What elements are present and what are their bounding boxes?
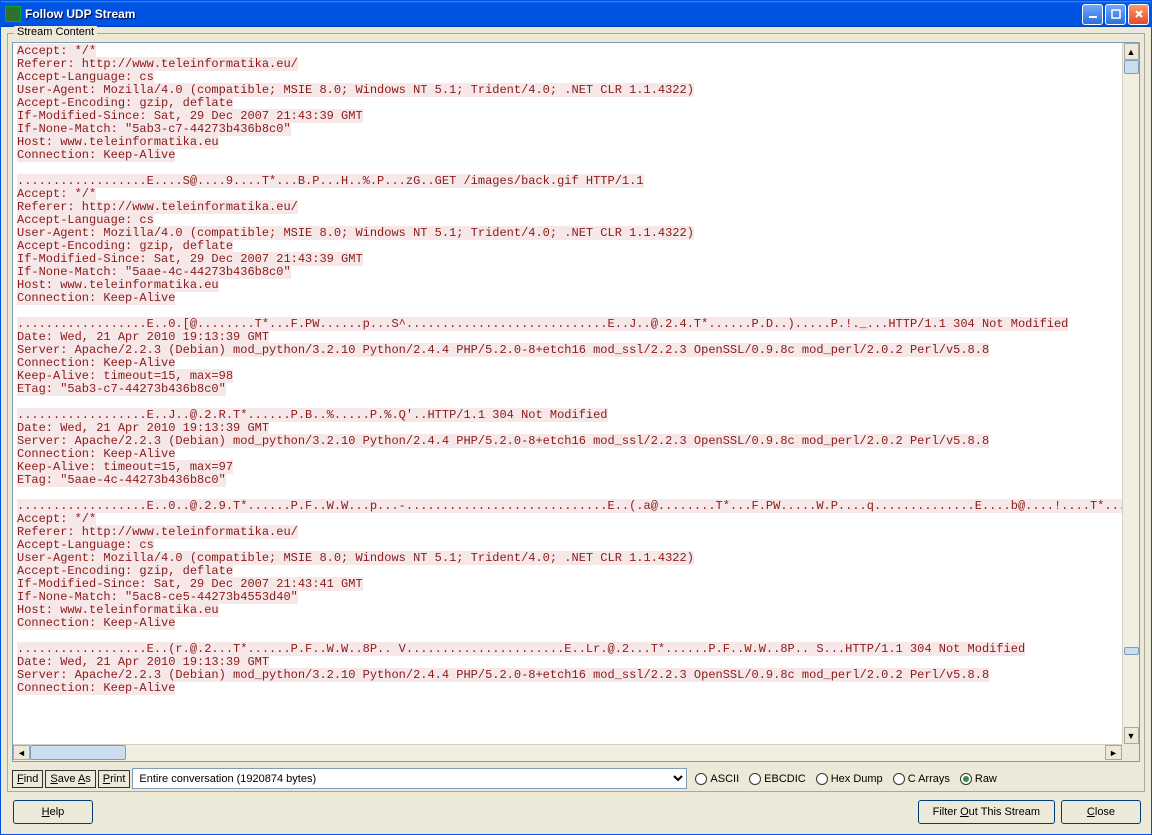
radio-hexdump[interactable]: Hex Dump xyxy=(816,773,883,785)
dialog-buttons: Help Filter Out This Stream Close xyxy=(5,796,1147,830)
maximize-button[interactable] xyxy=(1105,4,1126,25)
find-button[interactable]: Find xyxy=(12,770,43,788)
vertical-scrollbar[interactable]: ▲ ▼ xyxy=(1122,43,1139,744)
radio-ascii-label: ASCII xyxy=(710,773,739,785)
app-icon xyxy=(5,6,21,22)
radio-hexdump-label: Hex Dump xyxy=(831,773,883,785)
stream-content-group: Stream Content Accept: */* Referer: http… xyxy=(7,33,1145,792)
radio-ebcdic[interactable]: EBCDIC xyxy=(749,773,806,785)
scroll-right-arrow-icon[interactable]: ► xyxy=(1105,745,1122,760)
radio-carrays-label: C Arrays xyxy=(908,773,950,785)
group-legend: Stream Content xyxy=(14,26,97,38)
radio-raw-label: Raw xyxy=(975,773,997,785)
print-button[interactable]: Print xyxy=(98,770,131,788)
vscroll-marker[interactable] xyxy=(1124,647,1139,655)
vscroll-thumb[interactable] xyxy=(1124,60,1139,74)
radio-carrays[interactable]: C Arrays xyxy=(893,773,950,785)
stream-controls: Find Save As Print Entire conversation (… xyxy=(8,766,1144,791)
radio-ebcdic-label: EBCDIC xyxy=(764,773,806,785)
conversation-select[interactable]: Entire conversation (1920874 bytes) xyxy=(132,768,687,789)
radio-raw[interactable]: Raw xyxy=(960,773,997,785)
format-radio-group: ASCII EBCDIC Hex Dump C Arrays Raw xyxy=(695,773,1004,785)
scroll-up-arrow-icon[interactable]: ▲ xyxy=(1124,43,1139,60)
close-button[interactable]: Close xyxy=(1061,800,1141,824)
minimize-button[interactable] xyxy=(1082,4,1103,25)
minimize-icon xyxy=(1088,9,1098,19)
vscroll-track[interactable] xyxy=(1124,60,1139,727)
horizontal-scrollbar[interactable]: ◄ ► xyxy=(13,744,1122,761)
close-icon xyxy=(1134,9,1144,19)
scroll-down-arrow-icon[interactable]: ▼ xyxy=(1124,727,1139,744)
scroll-left-arrow-icon[interactable]: ◄ xyxy=(13,745,30,760)
window: Follow UDP Stream Stream Content Accept:… xyxy=(0,0,1152,835)
stream-text[interactable]: Accept: */* Referer: http://www.teleinfo… xyxy=(13,43,1139,697)
maximize-icon xyxy=(1111,9,1121,19)
client-area: Stream Content Accept: */* Referer: http… xyxy=(1,27,1151,834)
close-window-button[interactable] xyxy=(1128,4,1149,25)
save-as-button[interactable]: Save As xyxy=(45,770,95,788)
scroll-corner xyxy=(1122,744,1139,761)
stream-text-area[interactable]: Accept: */* Referer: http://www.teleinfo… xyxy=(12,42,1140,762)
help-button[interactable]: Help xyxy=(13,800,93,824)
titlebar: Follow UDP Stream xyxy=(1,1,1151,27)
filter-out-button[interactable]: Filter Out This Stream xyxy=(918,800,1055,824)
radio-ascii[interactable]: ASCII xyxy=(695,773,739,785)
window-title: Follow UDP Stream xyxy=(25,7,135,21)
hscroll-track[interactable] xyxy=(30,745,1105,761)
hscroll-thumb[interactable] xyxy=(30,745,126,760)
